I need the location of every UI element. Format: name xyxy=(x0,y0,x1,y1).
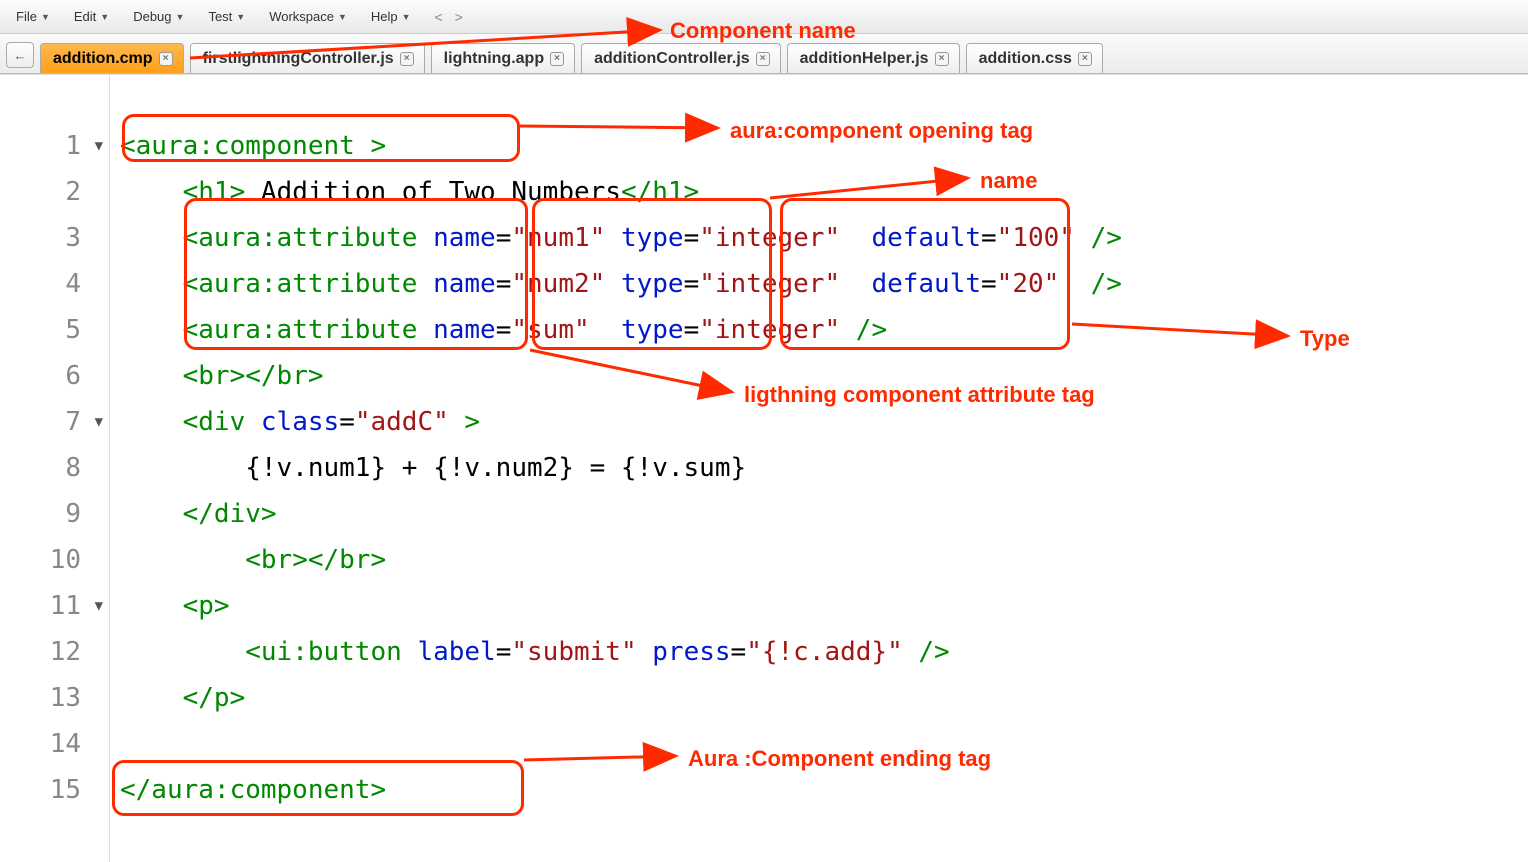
menu-debug[interactable]: Debug▼ xyxy=(133,9,184,24)
tab-label: addition.css xyxy=(979,50,1072,68)
code-line[interactable]: </div> xyxy=(120,491,1528,537)
close-icon[interactable]: × xyxy=(1078,52,1092,66)
close-icon[interactable]: × xyxy=(400,52,414,66)
line-number: 13 xyxy=(0,675,109,721)
tab-label: additionHelper.js xyxy=(800,50,929,68)
line-number: 12 xyxy=(0,629,109,675)
fold-toggle-icon[interactable]: ▼ xyxy=(95,583,103,629)
chevron-down-icon: ▼ xyxy=(402,12,411,22)
code-line[interactable]: <aura:component > xyxy=(120,123,1528,169)
tab-firstlightning-controller[interactable]: firstlightningController.js × xyxy=(190,43,425,73)
tab-addition-helper[interactable]: additionHelper.js × xyxy=(787,43,960,73)
menubar: File▼ Edit▼ Debug▼ Test▼ Workspace▼ Help… xyxy=(0,0,1528,34)
menu-file[interactable]: File▼ xyxy=(16,9,50,24)
chevron-down-icon: ▼ xyxy=(176,12,185,22)
menu-edit[interactable]: Edit▼ xyxy=(74,9,109,24)
line-number: 2 xyxy=(0,169,109,215)
close-icon[interactable]: × xyxy=(159,52,173,66)
line-number-gutter: 1▼234567▼891011▼12131415 xyxy=(0,75,110,862)
line-number: 15 xyxy=(0,767,109,813)
menu-help[interactable]: Help▼ xyxy=(371,9,411,24)
line-number: 1▼ xyxy=(0,123,109,169)
tab-addition-controller[interactable]: additionController.js × xyxy=(581,43,781,73)
line-number: 5 xyxy=(0,307,109,353)
code-line[interactable]: {!v.num1} + {!v.num2} = {!v.sum} xyxy=(120,445,1528,491)
code-line[interactable]: <aura:attribute name="num1" type="intege… xyxy=(120,215,1528,261)
close-icon[interactable]: × xyxy=(935,52,949,66)
menu-test[interactable]: Test▼ xyxy=(208,9,245,24)
code-line[interactable]: <p> xyxy=(120,583,1528,629)
line-number: 9 xyxy=(0,491,109,537)
back-button[interactable]: ← xyxy=(6,42,34,68)
fold-toggle-icon[interactable]: ▼ xyxy=(95,123,103,169)
line-number: 7▼ xyxy=(0,399,109,445)
code-line[interactable]: <br></br> xyxy=(120,537,1528,583)
code-line[interactable]: <br></br> xyxy=(120,353,1528,399)
chevron-down-icon: ▼ xyxy=(236,12,245,22)
chevron-down-icon: ▼ xyxy=(41,12,50,22)
tab-label: additionController.js xyxy=(594,50,750,68)
code-line[interactable]: </aura:component> xyxy=(120,767,1528,813)
tab-label: firstlightningController.js xyxy=(203,50,394,68)
line-number: 14 xyxy=(0,721,109,767)
code-line[interactable]: <aura:attribute name="num2" type="intege… xyxy=(120,261,1528,307)
tab-lightning-app[interactable]: lightning.app × xyxy=(431,43,575,73)
code-editor[interactable]: 1▼234567▼891011▼12131415 <aura:component… xyxy=(0,74,1528,862)
line-number: 11▼ xyxy=(0,583,109,629)
line-number: 3 xyxy=(0,215,109,261)
close-icon[interactable]: × xyxy=(550,52,564,66)
close-icon[interactable]: × xyxy=(756,52,770,66)
tab-addition-css[interactable]: addition.css × xyxy=(966,43,1103,73)
fold-toggle-icon[interactable]: ▼ xyxy=(95,399,103,445)
tab-label: lightning.app xyxy=(444,50,544,68)
line-number: 10 xyxy=(0,537,109,583)
code-line[interactable]: <aura:attribute name="sum" type="integer… xyxy=(120,307,1528,353)
line-number: 4 xyxy=(0,261,109,307)
code-line[interactable]: <div class="addC" > xyxy=(120,399,1528,445)
tab-label: addition.cmp xyxy=(53,50,153,68)
menu-workspace[interactable]: Workspace▼ xyxy=(269,9,347,24)
chevron-down-icon: ▼ xyxy=(100,12,109,22)
code-line[interactable]: </p> xyxy=(120,675,1528,721)
line-number: 8 xyxy=(0,445,109,491)
code-line[interactable]: <h1> Addition of Two Numbers</h1> xyxy=(120,169,1528,215)
chevron-down-icon: ▼ xyxy=(338,12,347,22)
code-content[interactable]: <aura:component > <h1> Addition of Two N… xyxy=(120,123,1528,813)
nav-history-icon[interactable]: < > xyxy=(435,9,467,25)
tab-addition-cmp[interactable]: addition.cmp × xyxy=(40,43,184,73)
line-number: 6 xyxy=(0,353,109,399)
code-line[interactable] xyxy=(120,721,1528,767)
tabbar: ← addition.cmp × firstlightningControlle… xyxy=(0,34,1528,74)
code-line[interactable]: <ui:button label="submit" press="{!c.add… xyxy=(120,629,1528,675)
